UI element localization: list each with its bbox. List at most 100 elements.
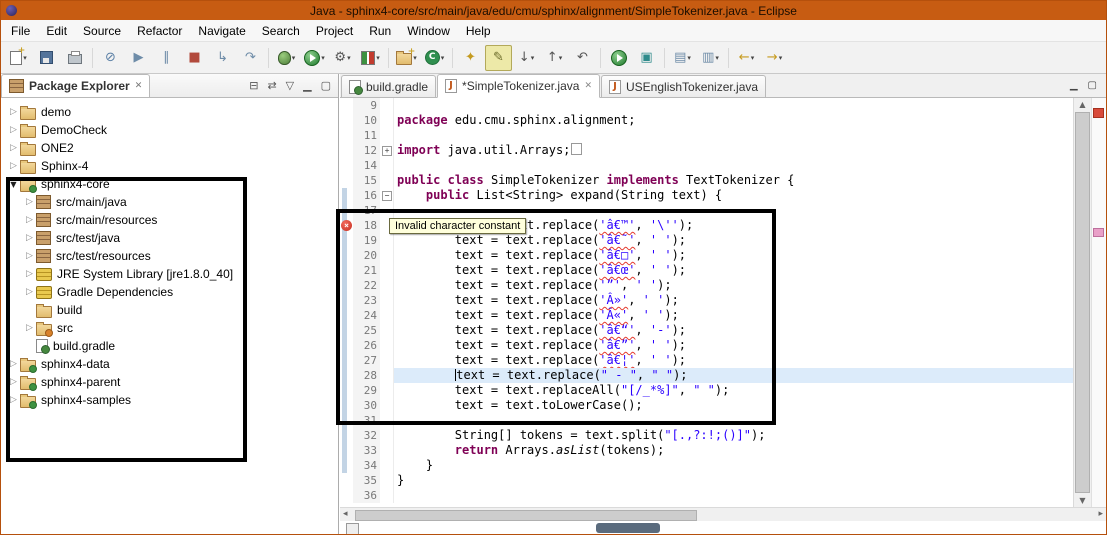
code-area[interactable]: 9 10 package edu.cmu.sphinx.alignment; 11 12… [340, 98, 1073, 507]
new-wizard-button[interactable]: ▾ [5, 45, 32, 71]
expand-arrow-icon[interactable]: ▷ [23, 287, 36, 297]
tree-item-gradle-dependencies[interactable]: ▷ Gradle Dependencies [1, 283, 338, 301]
tree-item-src-test-java[interactable]: ▷ src/test/java [1, 229, 338, 247]
horizontal-scrollbar[interactable]: ◂ ▸ [340, 507, 1106, 521]
tree-item-build[interactable]: build [1, 301, 338, 319]
dropdown-arrow-icon[interactable]: ▾ [292, 54, 296, 62]
view-menu-icon[interactable]: ▽ [286, 80, 294, 91]
code-line-32[interactable]: 32 String[] tokens = text.split("[.,?:!;… [340, 428, 1073, 443]
external-tools-button[interactable]: ⚙ ▾ [329, 45, 356, 71]
code-line-24[interactable]: 24 text = text.replace('Â«', ' '); [340, 308, 1073, 323]
menu-project[interactable]: Project [308, 22, 361, 40]
scroll-left-icon[interactable]: ◂ [343, 509, 348, 519]
back-button[interactable]: ← ▾ [733, 45, 760, 71]
tree-item-src-main-resources[interactable]: ▷ src/main/resources [1, 211, 338, 229]
skip-all-breakpoints-button[interactable]: ⊘ [97, 45, 124, 71]
close-icon[interactable]: ✕ [135, 81, 143, 91]
code-line-26[interactable]: 26 text = text.replace('â€”', ' '); [340, 338, 1073, 353]
menu-file[interactable]: File [3, 22, 38, 40]
dropdown-arrow-icon[interactable]: ▾ [531, 54, 535, 62]
code-line-21[interactable]: 21 text = text.replace('â€œ', ' '); [340, 263, 1073, 278]
dropdown-arrow-icon[interactable]: ▾ [715, 54, 719, 62]
code-line-25[interactable]: 25 text = text.replace('â€“', '-'); [340, 323, 1073, 338]
tab-package-explorer[interactable]: Package Explorer ✕ [1, 74, 151, 97]
expand-arrow-icon[interactable]: ▷ [7, 143, 20, 153]
expand-arrow-icon[interactable]: ▷ [7, 377, 20, 387]
search-flashlight-button[interactable]: ✦ [457, 45, 484, 71]
terminate-button[interactable]: ■ [181, 45, 208, 71]
vertical-scrollbar[interactable]: ▲ ▼ [1073, 98, 1091, 507]
dropdown-arrow-icon[interactable]: ▾ [559, 54, 563, 62]
expand-arrow-icon[interactable]: ▷ [7, 359, 20, 369]
error-icon[interactable]: × [341, 220, 352, 231]
dropdown-arrow-icon[interactable]: ▾ [441, 54, 445, 62]
code-line-9[interactable]: 9 [340, 98, 1073, 113]
code-line-20[interactable]: 20 text = text.replace('â€□', ' '); [340, 248, 1073, 263]
tree-item-democheck[interactable]: ▷ DemoCheck [1, 121, 338, 139]
menu-navigate[interactable]: Navigate [190, 22, 253, 40]
new-java-project-button[interactable]: ▾ [393, 45, 420, 71]
code-line-22[interactable]: 22 text = text.replace('”', ' '); [340, 278, 1073, 293]
step-over-button[interactable]: ↷ [237, 45, 264, 71]
expand-arrow-icon[interactable]: ▷ [23, 215, 36, 225]
scroll-up-icon[interactable]: ▲ [1074, 100, 1091, 109]
vertical-scroll-thumb[interactable] [1075, 112, 1090, 493]
tree-item-sphinx4-parent[interactable]: ▷ sphinx4-parent [1, 373, 338, 391]
expand-arrow-icon[interactable]: ▷ [23, 323, 36, 333]
minimize-editor-icon[interactable]: ▁ [1070, 80, 1078, 91]
menu-help[interactable]: Help [458, 22, 499, 40]
tree-item-sphinx-4[interactable]: ▷ Sphinx-4 [1, 157, 338, 175]
minimize-view-icon[interactable]: ▁ [303, 80, 311, 91]
code-line-12[interactable]: 12 + import java.util.Arrays; [340, 143, 1073, 158]
code-line-14[interactable]: 14 [340, 158, 1073, 173]
code-line-19[interactable]: 19 text = text.replace('â€˜', ' '); [340, 233, 1073, 248]
next-annotation-button[interactable]: ↓ ▾ [513, 45, 540, 71]
expand-arrow-icon[interactable]: ▷ [7, 107, 20, 117]
title-bar[interactable]: Java - sphinx4-core/src/main/java/edu/cm… [1, 1, 1106, 20]
run-button[interactable]: ▾ [301, 45, 328, 71]
dropdown-arrow-icon[interactable]: ▾ [376, 54, 380, 62]
code-line-30[interactable]: 30 text = text.toLowerCase(); [340, 398, 1073, 413]
step-into-button[interactable]: ↳ [209, 45, 236, 71]
previous-annotation-button[interactable]: ↑ ▾ [541, 45, 568, 71]
fold-expand-icon[interactable]: + [382, 146, 392, 156]
debug-button[interactable]: ▾ [273, 45, 300, 71]
horizontal-scroll-thumb[interactable] [355, 510, 697, 521]
link-with-editor-icon[interactable]: ⇄ [267, 80, 276, 91]
code-line-15[interactable]: 15 public class SimpleTokenizer implement… [340, 173, 1073, 188]
dropdown-arrow-icon[interactable]: ▾ [779, 54, 783, 62]
expand-arrow-icon[interactable]: ▷ [23, 269, 36, 279]
menu-refactor[interactable]: Refactor [129, 22, 190, 40]
profile-button[interactable]: ▣ [633, 45, 660, 71]
code-line-10[interactable]: 10 package edu.cmu.sphinx.alignment; [340, 113, 1073, 128]
expand-arrow-icon[interactable]: ▷ [7, 125, 20, 135]
tree-item-jre-system-library-jre1-8-0-40[interactable]: ▷ JRE System Library [jre1.8.0_40] [1, 265, 338, 283]
tree-item-src-test-resources[interactable]: ▷ src/test/resources [1, 247, 338, 265]
open-resource-button[interactable]: ▥ ▾ [697, 45, 724, 71]
forward-button[interactable]: → ▾ [761, 45, 788, 71]
tree-item-sphinx4-data[interactable]: ▷ sphinx4-data [1, 355, 338, 373]
run-last-launched-button[interactable] [605, 45, 632, 71]
new-java-class-button[interactable]: ▾ [421, 45, 448, 71]
print-button[interactable] [61, 45, 88, 71]
fold-collapse-icon[interactable]: − [382, 191, 392, 201]
close-icon[interactable]: ✕ [584, 81, 592, 91]
tree-item-demo[interactable]: ▷ demo [1, 103, 338, 121]
code-line-16[interactable]: 16− public List<String> expand(String te… [340, 188, 1073, 203]
scroll-down-icon[interactable]: ▼ [1074, 496, 1091, 505]
collapsed-region-icon[interactable] [571, 143, 583, 155]
collapse-all-icon[interactable]: ⊟ [249, 80, 258, 91]
overview-ruler[interactable] [1091, 98, 1106, 507]
expand-arrow-icon[interactable]: ▼ [7, 180, 20, 189]
code-line-17[interactable]: 17 [340, 203, 1073, 218]
code-line-33[interactable]: 33 return Arrays.asList(tokens); [340, 443, 1073, 458]
expand-arrow-icon[interactable]: ▷ [7, 161, 20, 171]
maximize-editor-icon[interactable]: ▢ [1088, 80, 1097, 91]
dropdown-arrow-icon[interactable]: ▾ [321, 54, 325, 62]
tree-item-one2[interactable]: ▷ ONE2 [1, 139, 338, 157]
last-edit-location-button[interactable]: ↶ [569, 45, 596, 71]
code-line-35[interactable]: 35} [340, 473, 1073, 488]
suspend-button[interactable]: ∥ [153, 45, 180, 71]
code-line-23[interactable]: 23 text = text.replace('Â»', ' '); [340, 293, 1073, 308]
dropdown-arrow-icon[interactable]: ▾ [347, 54, 351, 62]
